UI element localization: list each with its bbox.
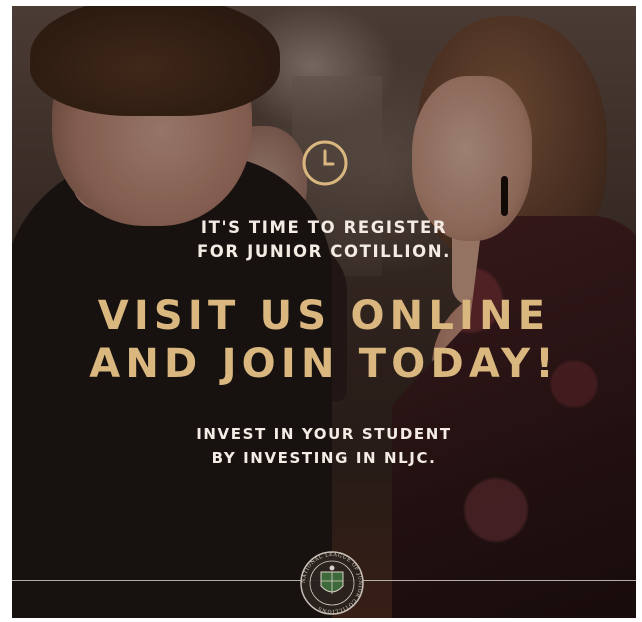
nljc-seal-logo: NATIONAL LEAGUE OF JUNIOR COTILLIONS: [300, 551, 364, 615]
subhead-line-1: IT'S TIME TO REGISTER: [200, 218, 448, 237]
headline-line-2: AND JOIN TODAY!: [89, 341, 559, 387]
clock-icon: [302, 140, 348, 186]
promo-poster: IT'S TIME TO REGISTER FOR JUNIOR COTILLI…: [12, 6, 636, 618]
tagline-line-1: INVEST IN YOUR STUDENT: [196, 425, 452, 443]
headline-line-1: VISIT US ONLINE: [97, 293, 551, 339]
tagline-line-2: BY INVESTING IN NLJC.: [211, 449, 437, 467]
subhead-line-2: FOR JUNIOR COTILLION.: [196, 242, 452, 261]
